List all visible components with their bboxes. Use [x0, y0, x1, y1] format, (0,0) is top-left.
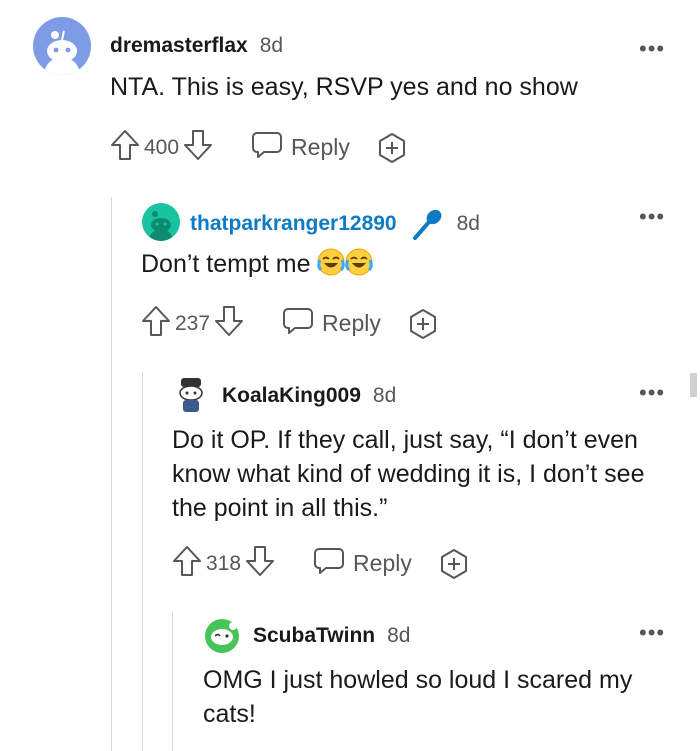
- up-arrow-icon[interactable]: [172, 544, 202, 583]
- reply-label: Reply: [291, 134, 350, 160]
- thread-line: [172, 612, 173, 751]
- down-arrow-icon[interactable]: [183, 128, 213, 167]
- comment-author[interactable]: dremasterflax: [110, 34, 248, 58]
- speech-bubble-icon: [251, 130, 283, 165]
- more-options-button[interactable]: •••: [639, 382, 665, 404]
- avatar[interactable]: [172, 376, 210, 414]
- reply-button[interactable]: Reply: [251, 130, 350, 165]
- more-options-button[interactable]: •••: [639, 622, 665, 644]
- vote-score: 237: [175, 311, 211, 335]
- comment-age: 8d: [372, 384, 397, 407]
- avatar[interactable]: [33, 17, 91, 75]
- avatar[interactable]: [203, 617, 241, 655]
- avatar[interactable]: [142, 203, 180, 241]
- comment-age: 8d: [456, 212, 480, 235]
- down-arrow-icon[interactable]: [245, 544, 275, 583]
- reply-label: Reply: [353, 550, 412, 576]
- award-plus-icon[interactable]: [376, 132, 408, 164]
- reply-button[interactable]: Reply: [282, 306, 381, 341]
- snoo-avatar-icon: [149, 211, 173, 241]
- comment-body: NTA. This is easy, RSVP yes and no show: [110, 73, 578, 101]
- joy-emoji: [317, 248, 346, 276]
- reply-button[interactable]: Reply: [313, 546, 412, 581]
- snoo-avatar-icon: [205, 619, 239, 653]
- speech-bubble-icon: [313, 546, 345, 581]
- comment-body: OMG I just howled so loud I scared my ca…: [203, 666, 633, 728]
- more-options-button[interactable]: •••: [639, 38, 665, 60]
- more-options-button[interactable]: •••: [639, 206, 665, 228]
- up-arrow-icon[interactable]: [110, 128, 140, 167]
- thread-line: [111, 197, 112, 751]
- scrollbar-thumb[interactable]: [690, 373, 697, 397]
- comment-body: Do it OP. If they call, just say, “I don…: [172, 426, 645, 522]
- thread-line: [142, 372, 143, 751]
- microphone-icon: [411, 208, 445, 240]
- comment-author[interactable]: ScubaTwinn: [253, 624, 375, 648]
- award-plus-icon[interactable]: [407, 308, 439, 340]
- snoo-avatar-icon: [179, 378, 203, 412]
- comment-body: Don’t tempt me: [141, 250, 311, 278]
- vote-score: 318: [206, 551, 242, 575]
- comment-body-row: Don’t tempt me: [141, 247, 661, 281]
- vote-score: 400: [144, 135, 180, 159]
- comment-author[interactable]: KoalaKing009: [222, 384, 361, 408]
- snoo-avatar-icon: [44, 30, 80, 75]
- up-arrow-icon[interactable]: [141, 304, 171, 343]
- speech-bubble-icon: [282, 306, 314, 341]
- joy-emoji: [345, 248, 374, 276]
- reply-label: Reply: [322, 310, 381, 336]
- comment-author[interactable]: thatparkranger12890: [190, 212, 397, 236]
- award-plus-icon[interactable]: [438, 548, 470, 580]
- down-arrow-icon[interactable]: [214, 304, 244, 343]
- comment-age: 8d: [259, 34, 284, 57]
- comment-age: 8d: [387, 624, 411, 647]
